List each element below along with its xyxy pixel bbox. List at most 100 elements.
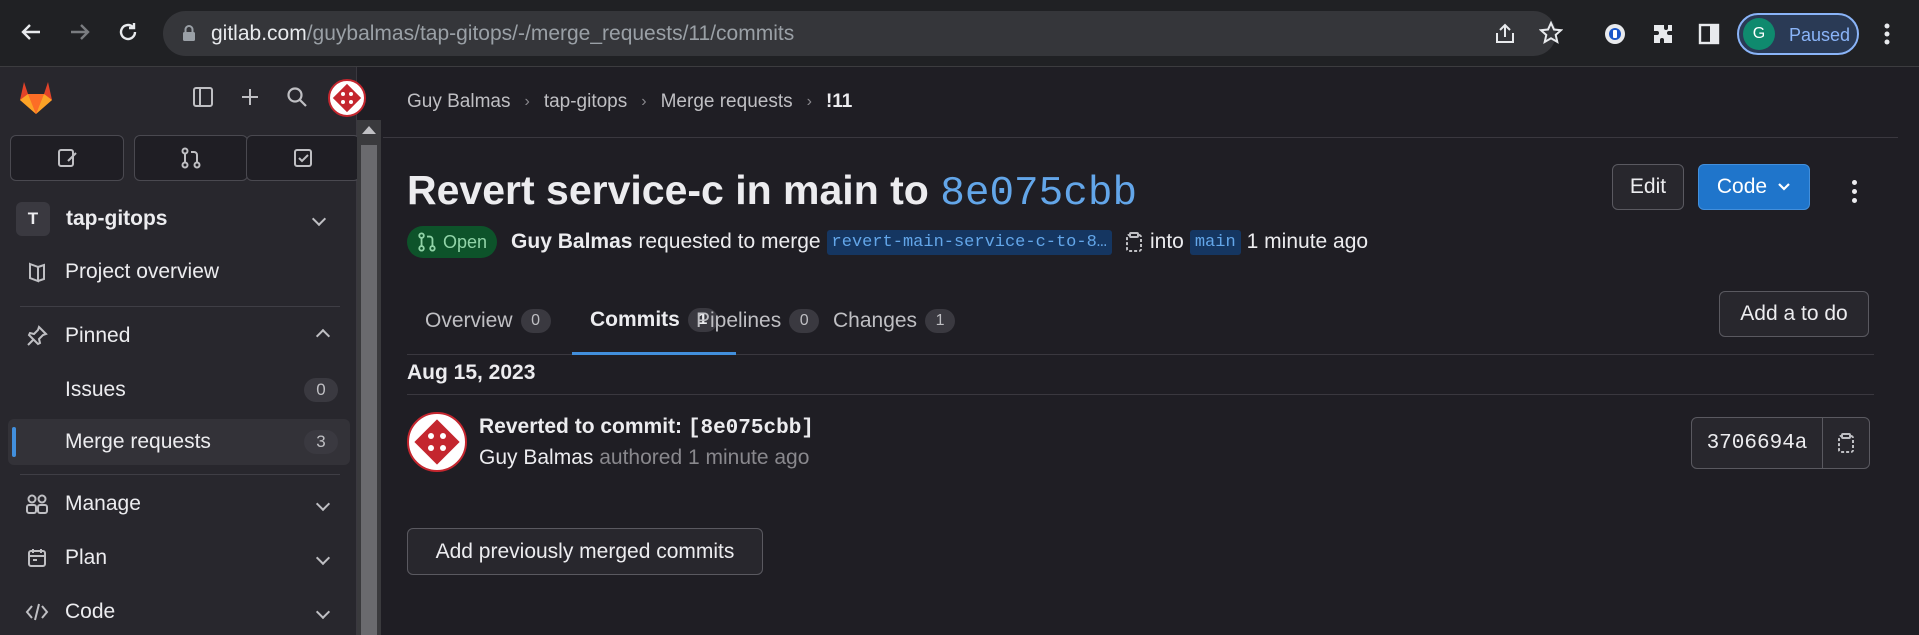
commit-date-header: Aug 15, 2023 — [407, 361, 536, 384]
url-host: gitlab.com — [211, 22, 307, 45]
forward-arrow-icon[interactable] — [62, 14, 98, 50]
merge-request-open-icon — [418, 232, 436, 252]
code-dropdown-button[interactable]: Code — [1698, 164, 1810, 210]
browser-toolbar: gitlab.com/guybalmas/tap-gitops/-/merge_… — [0, 0, 1919, 67]
commit-title-text: Reverted to commit: — [479, 415, 688, 438]
users-icon — [24, 491, 50, 517]
chevron-down-icon — [315, 496, 331, 512]
project-overview-icon — [24, 259, 50, 285]
profile-avatar: G — [1743, 18, 1775, 50]
todo-list-button[interactable] — [246, 135, 360, 181]
tab-count: 0 — [520, 309, 551, 333]
sidebar-item-label: Code — [65, 600, 116, 623]
chevron-down-icon — [311, 211, 327, 227]
chevron-down-icon — [315, 604, 331, 620]
sidebar-item-label: Plan — [65, 546, 108, 569]
breadcrumb-separator-icon: › — [641, 93, 647, 110]
sidebar-divider — [20, 306, 340, 307]
target-branch[interactable]: main — [1189, 229, 1241, 255]
breadcrumb-project[interactable]: tap-gitops — [544, 91, 627, 113]
browser-menu-icon[interactable] — [1872, 19, 1902, 49]
user-avatar[interactable] — [328, 79, 366, 117]
project-switcher[interactable]: T tap-gitops — [16, 197, 346, 241]
merge-requests-count-badge: 3 — [304, 430, 338, 454]
commit-time-ago: 1 minute ago — [687, 446, 810, 469]
side-panel-icon[interactable] — [1694, 19, 1724, 49]
into-text: into — [1150, 230, 1184, 253]
copy-sha-button[interactable] — [1823, 418, 1869, 468]
status-label: Open — [443, 231, 488, 252]
sidebar-item-code[interactable]: Code — [8, 589, 350, 635]
sidebar-item-label: Manage — [65, 492, 141, 515]
profile-button[interactable]: G Paused — [1737, 13, 1859, 55]
breadcrumb-merge-requests[interactable]: Merge requests — [661, 91, 793, 113]
back-arrow-icon[interactable] — [13, 14, 49, 50]
password-extension-icon[interactable] — [1600, 19, 1630, 49]
merge-requests-quick-button[interactable] — [134, 135, 248, 181]
sidebar-divider — [20, 474, 340, 475]
breadcrumb-separator-icon: › — [524, 93, 530, 110]
tab-overview[interactable]: Overview 0 — [407, 287, 569, 355]
commit-byline: Guy Balmas authored 1 minute ago — [479, 446, 809, 470]
create-new-plus-icon[interactable] — [234, 81, 266, 113]
address-bar[interactable]: gitlab.com/guybalmas/tap-gitops/-/merge_… — [163, 11, 1564, 56]
tab-pipelines[interactable]: Pipelines 0 — [678, 287, 837, 355]
commit-title-ref: [8e075cbb] — [687, 417, 814, 440]
chevron-down-icon — [315, 550, 331, 566]
bookmark-star-icon[interactable] — [1538, 20, 1564, 50]
share-icon[interactable] — [1493, 22, 1517, 51]
sidebar-item-merge-requests[interactable]: Merge requests 3 — [8, 419, 350, 465]
sidebar-item-plan[interactable]: Plan — [8, 535, 350, 581]
tab-label: Changes — [833, 309, 918, 332]
tab-label: Pipelines — [696, 309, 782, 332]
tab-count: 1 — [925, 309, 956, 333]
assigned-issues-button[interactable] — [10, 135, 124, 181]
url-path: /guybalmas/tap-gitops/-/merge_requests/1… — [306, 22, 795, 45]
tab-changes[interactable]: Changes 1 — [815, 287, 973, 355]
scroll-up-arrow-icon[interactable] — [362, 126, 376, 134]
chevron-down-icon — [1778, 183, 1790, 191]
project-badge: T — [16, 202, 50, 236]
commit-sha-link[interactable]: 3706694a — [1692, 418, 1823, 468]
more-actions-kebab-icon[interactable] — [1839, 171, 1869, 211]
source-branch[interactable]: revert-main-service-c-to-8… — [826, 229, 1112, 255]
commit-sha-group: 3706694a — [1691, 417, 1870, 469]
page-title: Revert service-c in main to 8e075cbb — [407, 167, 1137, 217]
add-previously-merged-commits-button[interactable]: Add previously merged commits — [407, 528, 763, 575]
code-brackets-icon — [24, 599, 50, 625]
lock-icon — [181, 24, 197, 47]
sidebar-scrollbar-thumb[interactable] — [361, 145, 377, 635]
issues-count-badge: 0 — [304, 378, 338, 402]
breadcrumb: Guy Balmas › tap-gitops › Merge requests… — [407, 91, 852, 113]
mr-title-text: Revert service-c in main to — [407, 167, 941, 213]
sidebar-item-project-overview[interactable]: Project overview — [8, 249, 350, 295]
extensions-puzzle-icon[interactable] — [1648, 19, 1678, 49]
project-name: tap-gitops — [66, 207, 168, 230]
gitlab-logo-icon[interactable] — [16, 77, 56, 117]
sidebar-item-manage[interactable]: Manage — [8, 481, 350, 527]
copy-branch-icon[interactable] — [1124, 231, 1144, 253]
status-badge: Open — [407, 226, 498, 258]
commit-author-avatar[interactable] — [407, 412, 467, 472]
copy-icon — [1838, 433, 1854, 453]
mr-author[interactable]: Guy Balmas — [511, 230, 632, 254]
breadcrumb-user[interactable]: Guy Balmas — [407, 91, 510, 113]
left-sidebar: T tap-gitops Project overview Pinned Iss… — [0, 67, 366, 635]
url-text: gitlab.com/guybalmas/tap-gitops/-/merge_… — [211, 22, 794, 46]
sidebar-item-issues[interactable]: Issues 0 — [8, 367, 350, 413]
mr-time-ago: 1 minute ago — [1246, 230, 1369, 253]
reload-icon[interactable] — [110, 14, 146, 50]
collapse-sidebar-icon[interactable] — [187, 81, 219, 113]
chevron-up-icon — [315, 328, 331, 344]
tab-label: Overview — [425, 309, 513, 332]
mr-title-sha[interactable]: 8e075cbb — [940, 171, 1137, 217]
sidebar-item-pinned[interactable]: Pinned — [8, 313, 350, 359]
search-icon[interactable] — [281, 81, 313, 113]
add-todo-button[interactable]: Add a to do — [1719, 291, 1869, 337]
breadcrumb-current-mr[interactable]: !11 — [826, 91, 852, 113]
commit-author[interactable]: Guy Balmas — [479, 446, 593, 469]
mr-meta: Open Guy Balmas requested to merge rever… — [407, 225, 1368, 259]
requested-text: requested to merge — [638, 230, 821, 253]
edit-button[interactable]: Edit — [1612, 164, 1684, 210]
commit-title[interactable]: Reverted to commit: [8e075cbb] — [479, 415, 814, 440]
